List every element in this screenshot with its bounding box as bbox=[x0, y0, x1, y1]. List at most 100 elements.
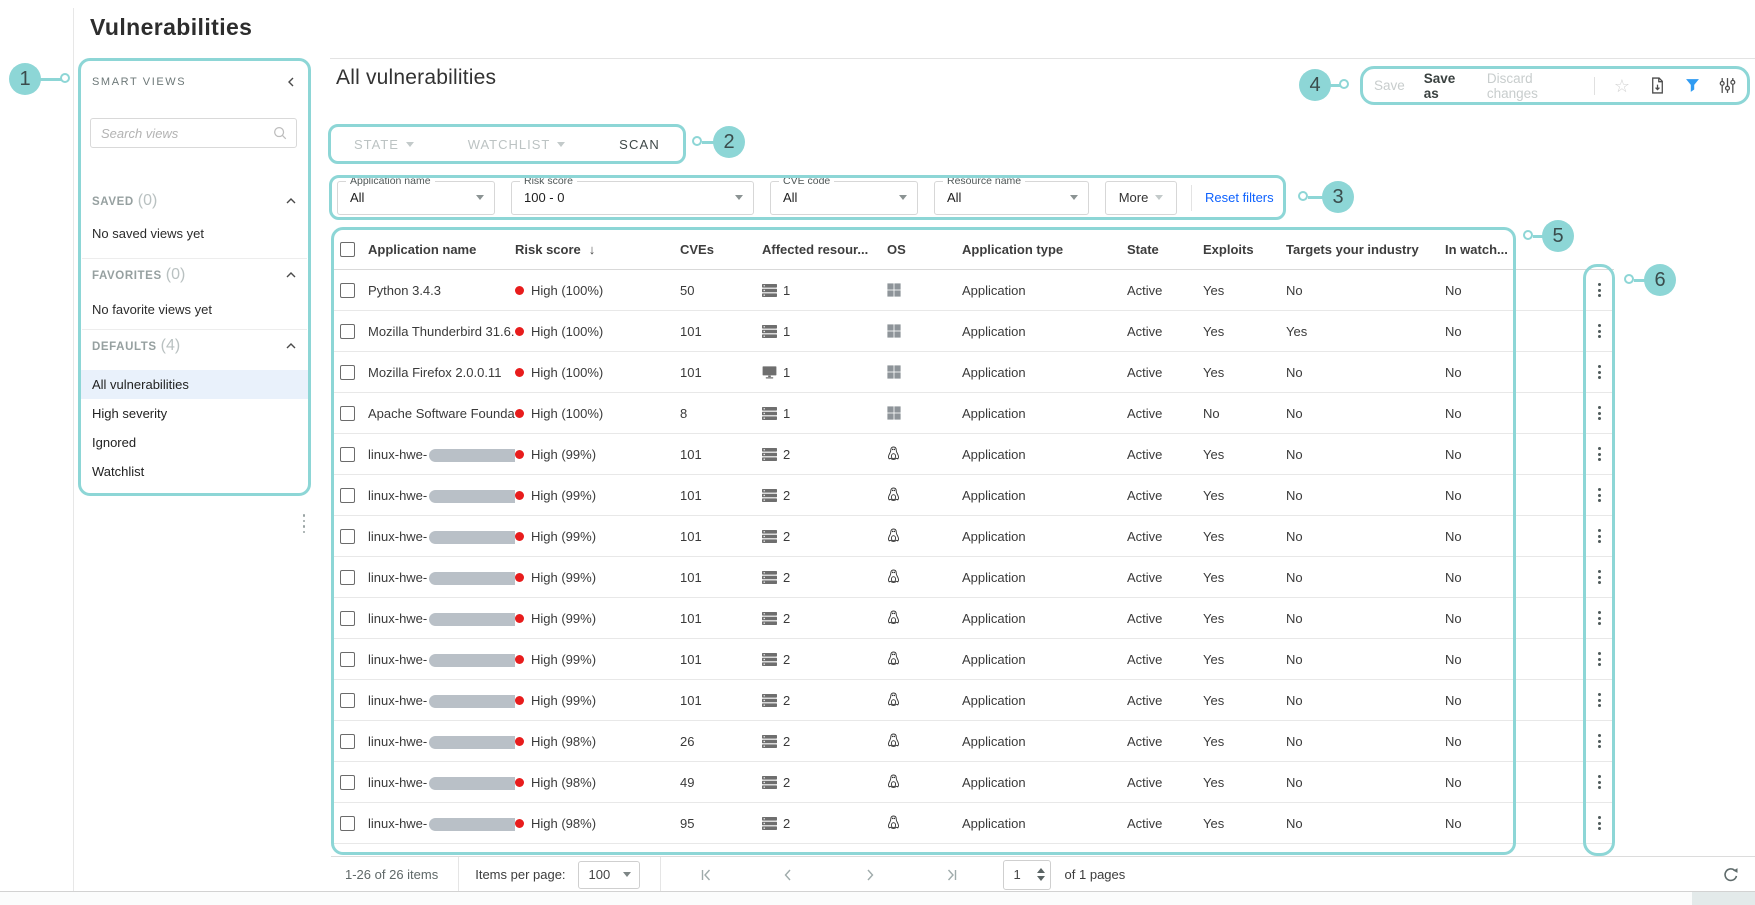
section-saved-header[interactable]: SAVED(0) bbox=[92, 192, 297, 210]
risk-score-filter[interactable]: Risk score 100 - 0 bbox=[511, 181, 754, 215]
column-header-in-watch[interactable]: In watch... bbox=[1445, 242, 1515, 257]
server-icon bbox=[762, 448, 777, 461]
table-row[interactable]: linux-hwe-High (99%)1012ApplicationActiv… bbox=[334, 598, 1614, 639]
row-checkbox[interactable] bbox=[340, 775, 355, 790]
column-header-targets-your-industry[interactable]: Targets your industry bbox=[1286, 242, 1445, 257]
sidebar-item-high-severity[interactable]: High severity bbox=[78, 399, 311, 428]
column-header-risk-score[interactable]: Risk score↓ bbox=[515, 242, 680, 257]
table-row[interactable]: linux-hwe-High (98%)492ApplicationActive… bbox=[334, 762, 1614, 803]
table-row[interactable]: Python 3.4.3High (100%)501ApplicationAct… bbox=[334, 270, 1614, 311]
column-header-cves[interactable]: CVEs bbox=[680, 242, 762, 257]
row-menu-button[interactable] bbox=[1583, 434, 1614, 474]
table-row[interactable]: linux-hwe-High (99%)1012ApplicationActiv… bbox=[334, 434, 1614, 475]
smart-views-panel: SMART VIEWS SAVED(0) No saved views yet … bbox=[78, 58, 311, 496]
more-filters-button[interactable]: More bbox=[1105, 181, 1177, 215]
next-page-button[interactable] bbox=[849, 861, 891, 889]
column-header-os[interactable]: OS bbox=[887, 242, 962, 257]
first-page-button[interactable] bbox=[685, 861, 727, 889]
windows-icon bbox=[887, 324, 901, 338]
table-row[interactable]: linux-hwe-High (98%)952ApplicationActive… bbox=[334, 803, 1614, 844]
watchlist-dropdown[interactable]: WATCHLIST bbox=[468, 137, 566, 152]
cve-code-filter[interactable]: CVE code All bbox=[770, 181, 918, 215]
row-menu-button[interactable] bbox=[1583, 475, 1614, 515]
row-checkbox[interactable] bbox=[340, 734, 355, 749]
application-name-filter[interactable]: Application name All bbox=[337, 181, 495, 215]
table-row[interactable]: linux-hwe-High (99%)1012ApplicationActiv… bbox=[334, 516, 1614, 557]
reset-filters-link[interactable]: Reset filters bbox=[1205, 190, 1274, 205]
items-per-page-select[interactable]: 100 bbox=[578, 861, 640, 889]
export-icon[interactable] bbox=[1649, 77, 1666, 94]
column-header-exploits[interactable]: Exploits bbox=[1203, 242, 1286, 257]
risk-score-cell: High (99%) bbox=[515, 529, 680, 544]
row-checkbox[interactable] bbox=[340, 365, 355, 380]
targets-industry-cell: No bbox=[1286, 529, 1445, 544]
page-decrement-button[interactable] bbox=[1037, 876, 1045, 881]
search-views-input[interactable] bbox=[91, 126, 272, 141]
row-checkbox[interactable] bbox=[340, 283, 355, 298]
save-as-button[interactable]: Save as bbox=[1424, 71, 1468, 101]
row-menu-button[interactable] bbox=[1583, 680, 1614, 720]
filter-funnel-icon[interactable] bbox=[1685, 78, 1700, 93]
row-menu-button[interactable] bbox=[1583, 844, 1614, 855]
table-row[interactable]: Mozilla Firefox 2.0.0.11High (100%)1011A… bbox=[334, 352, 1614, 393]
column-header-affected-resour[interactable]: Affected resour... bbox=[762, 242, 887, 257]
sidebar-item-ignored[interactable]: Ignored bbox=[78, 428, 311, 457]
row-checkbox[interactable] bbox=[340, 406, 355, 421]
row-menu-button[interactable] bbox=[1583, 803, 1614, 843]
row-menu-button[interactable] bbox=[1583, 639, 1614, 679]
discard-changes-button[interactable]: Discard changes bbox=[1487, 71, 1575, 101]
column-header-application-name[interactable]: Application name bbox=[368, 242, 515, 257]
filters-bar: Application name All Risk score 100 - 0 … bbox=[329, 175, 1286, 220]
table-row[interactable]: linux-hwe-High (99%)1012ApplicationActiv… bbox=[334, 639, 1614, 680]
resources-count: 2 bbox=[783, 775, 790, 790]
save-button[interactable]: Save bbox=[1374, 78, 1405, 93]
row-menu-button[interactable] bbox=[1583, 721, 1614, 761]
page-number-input[interactable]: 1 bbox=[1003, 860, 1051, 890]
section-favorites-header[interactable]: FAVORITES(0) bbox=[92, 266, 297, 284]
row-checkbox[interactable] bbox=[340, 324, 355, 339]
column-header-application-type[interactable]: Application type bbox=[962, 242, 1127, 257]
section-defaults-header[interactable]: DEFAULTS(4) bbox=[92, 337, 297, 355]
row-checkbox[interactable] bbox=[340, 693, 355, 708]
favorite-star-icon[interactable]: ☆ bbox=[1614, 77, 1630, 95]
refresh-button[interactable] bbox=[1723, 867, 1739, 883]
row-menu-button[interactable] bbox=[1583, 598, 1614, 638]
row-checkbox-cell bbox=[340, 652, 368, 667]
row-checkbox[interactable] bbox=[340, 652, 355, 667]
row-checkbox[interactable] bbox=[340, 447, 355, 462]
state-dropdown[interactable]: STATE bbox=[354, 137, 414, 152]
column-header-state[interactable]: State bbox=[1127, 242, 1203, 257]
resource-name-filter[interactable]: Resource name All bbox=[934, 181, 1089, 215]
resources-count: 2 bbox=[783, 816, 790, 831]
row-menu-button[interactable] bbox=[1583, 270, 1614, 310]
table-row[interactable]: linux-hwe-High (98%)262ApplicationActive… bbox=[334, 721, 1614, 762]
row-checkbox[interactable] bbox=[340, 488, 355, 503]
column-settings-icon[interactable] bbox=[1719, 77, 1736, 94]
row-menu-button[interactable] bbox=[1583, 762, 1614, 802]
collapse-panel-button[interactable] bbox=[285, 76, 297, 88]
table-row[interactable]: linux-hwe-High (99%)1012ApplicationActiv… bbox=[334, 680, 1614, 721]
row-menu-button[interactable] bbox=[1583, 352, 1614, 392]
row-checkbox[interactable] bbox=[340, 611, 355, 626]
table-row[interactable]: Mozilla Thunderbird 31.6.0High (100%)101… bbox=[334, 311, 1614, 352]
select-all-checkbox[interactable] bbox=[340, 242, 355, 257]
redacted-text bbox=[429, 490, 515, 503]
scan-button[interactable]: SCAN bbox=[619, 137, 660, 152]
row-checkbox[interactable] bbox=[340, 816, 355, 831]
row-checkbox[interactable] bbox=[340, 529, 355, 544]
sidebar-item-all-vulnerabilities[interactable]: All vulnerabilities bbox=[78, 370, 311, 399]
sidebar-item-watchlist[interactable]: Watchlist bbox=[78, 457, 311, 486]
row-menu-button[interactable] bbox=[1583, 516, 1614, 556]
table-row[interactable]: linux-hwe-High (99%)1012ApplicationActiv… bbox=[334, 557, 1614, 598]
panel-resize-handle[interactable] bbox=[300, 514, 308, 533]
row-menu-button[interactable] bbox=[1583, 393, 1614, 433]
table-row[interactable]: linux-hwe-High (99%)1012ApplicationActiv… bbox=[334, 475, 1614, 516]
row-menu-button[interactable] bbox=[1583, 311, 1614, 351]
previous-page-button[interactable] bbox=[767, 861, 809, 889]
table-row[interactable]: Apache Software FoundationHigh (100%)81A… bbox=[334, 393, 1614, 434]
last-page-button[interactable] bbox=[931, 861, 973, 889]
page-increment-button[interactable] bbox=[1037, 868, 1045, 873]
row-checkbox[interactable] bbox=[340, 570, 355, 585]
row-menu-button[interactable] bbox=[1583, 557, 1614, 597]
table-row[interactable]: linux-hwe-High (98%)1012ApplicationActiv… bbox=[334, 844, 1614, 855]
